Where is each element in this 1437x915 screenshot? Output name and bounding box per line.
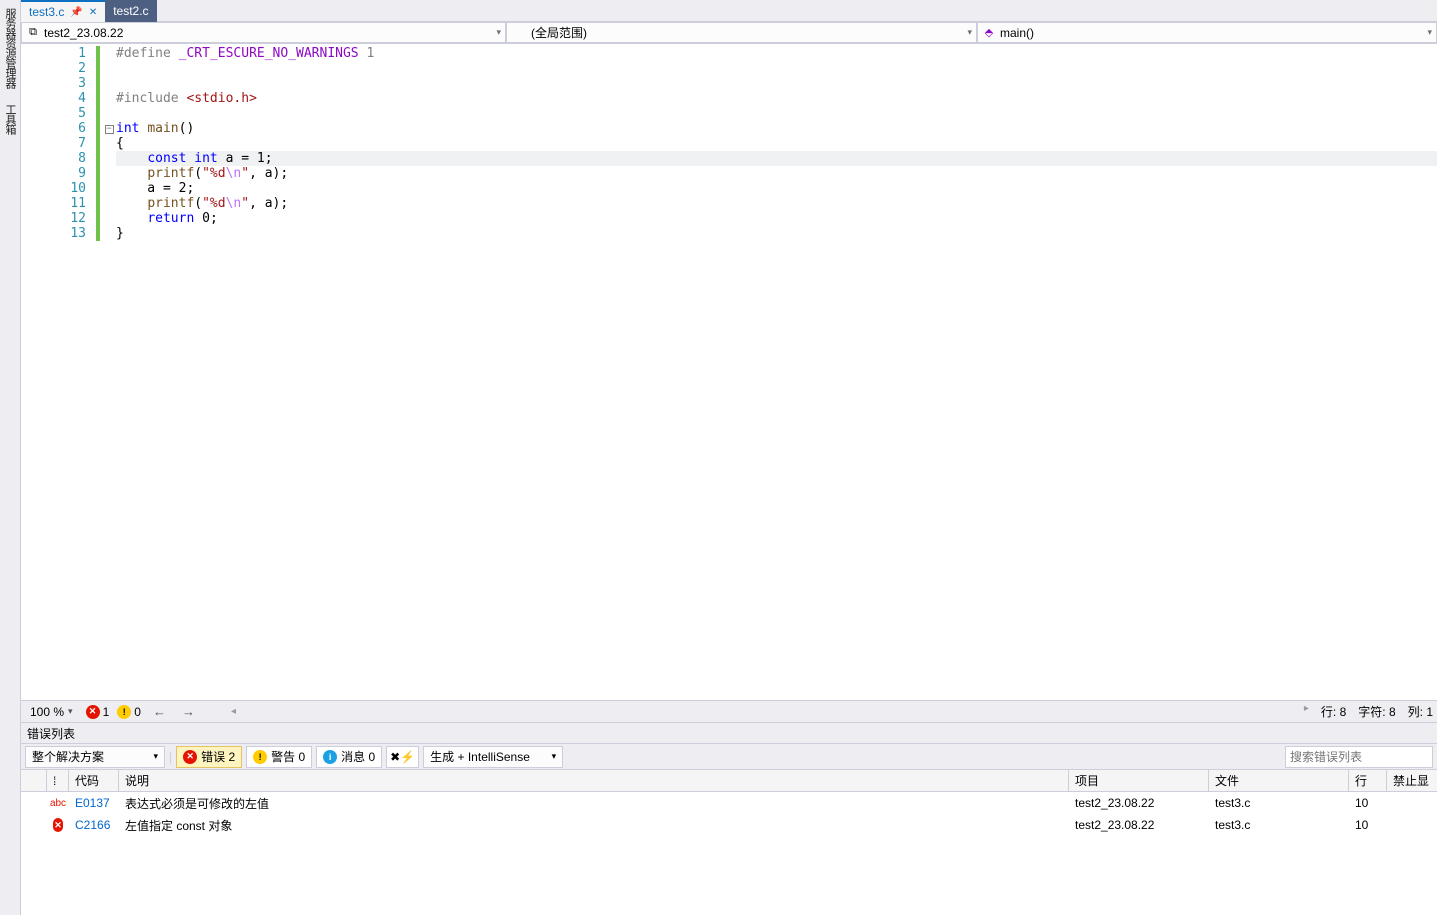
error-search-input[interactable] xyxy=(1285,746,1433,768)
file-header[interactable]: 文件 xyxy=(1209,770,1349,791)
error-scope-dropdown[interactable]: 整个解决方案 ▾ xyxy=(25,746,165,768)
chevron-down-icon: ▾ xyxy=(967,27,972,38)
messages-filter-button[interactable]: i 消息 0 xyxy=(316,746,382,768)
zoom-value: 100 % xyxy=(30,705,64,719)
error-icon: ✕ xyxy=(53,818,63,832)
clear-filter-button[interactable]: ✖⚡ xyxy=(386,746,419,768)
error-code[interactable]: C2166 xyxy=(69,818,119,832)
nav-scope-label: (全局范围) xyxy=(511,24,587,41)
chevron-down-icon: ▾ xyxy=(68,706,73,717)
scroll-right-icon[interactable]: ▸ xyxy=(1304,703,1309,720)
cpp-project-icon: ⧉ xyxy=(26,26,40,40)
error-grid-header: ⁞ 代码 说明 项目 文件 行 禁止显 xyxy=(21,770,1437,792)
info-icon: i xyxy=(323,750,337,764)
nav-back-button[interactable]: ← xyxy=(149,704,170,719)
editor-status-bar: 100 % ▾ ✕ 1 ! 0 ← → ◂ ▸ 行: 8 字符: 8 列: 1 xyxy=(21,700,1437,722)
error-source-dropdown[interactable]: 生成 + IntelliSense ▾ xyxy=(423,746,563,768)
line-number-gutter: 12345678910111213 xyxy=(21,44,96,700)
chevron-down-icon: ▾ xyxy=(496,27,501,38)
error-line: 10 xyxy=(1349,796,1387,810)
error-icon: ✕ xyxy=(183,750,197,764)
error-proj: test2_23.08.22 xyxy=(1069,818,1209,832)
error-grid-body: abcE0137表达式必须是可修改的左值test2_23.08.22test3.… xyxy=(21,792,1437,915)
nav-project-label: test2_23.08.22 xyxy=(44,26,123,40)
warning-count[interactable]: ! 0 xyxy=(117,705,141,719)
code-text[interactable]: #define _CRT_ESCURE_NO_WARNINGS 1#includ… xyxy=(116,44,1437,700)
error-list-panel: 错误列表 整个解决方案 ▾ | ✕ 错误 2 ! 警告 0 i 消息 xyxy=(21,722,1437,915)
file-tab-test3[interactable]: test3.c 📌 ✕ xyxy=(21,0,105,22)
method-icon: ⬘ xyxy=(982,26,996,40)
error-proj: test2_23.08.22 xyxy=(1069,796,1209,810)
chevron-down-icon: ▾ xyxy=(1427,27,1432,38)
fold-column[interactable]: − xyxy=(102,44,116,700)
error-count[interactable]: ✕ 1 xyxy=(86,705,110,719)
chevron-down-icon: ▾ xyxy=(153,751,158,762)
cursor-char: 字符: 8 xyxy=(1358,703,1395,720)
chevron-down-icon: ▾ xyxy=(552,751,557,762)
proj-header[interactable]: 项目 xyxy=(1069,770,1209,791)
sidebar-tab-server-explorer[interactable]: 服务器资源管理器 xyxy=(0,4,20,92)
error-file: test3.c xyxy=(1209,818,1349,832)
error-desc: 左值指定 const 对象 xyxy=(119,817,1069,834)
error-list-title: 错误列表 xyxy=(21,723,1437,744)
scroll-left-icon[interactable]: ◂ xyxy=(231,706,236,717)
code-header[interactable]: 代码 xyxy=(69,770,119,791)
error-row[interactable]: ✕ C2166左值指定 const 对象test2_23.08.22test3.c… xyxy=(21,814,1437,836)
file-tab-label: test2.c xyxy=(113,4,148,18)
error-icon: ✕ xyxy=(86,705,100,719)
code-editor[interactable]: 12345678910111213 − #define _CRT_ESCURE_… xyxy=(21,44,1437,700)
warning-icon: ! xyxy=(117,705,131,719)
file-tab-label: test3.c xyxy=(29,5,64,19)
line-header[interactable]: 行 xyxy=(1349,770,1387,791)
change-marker xyxy=(96,46,100,241)
cursor-line: 行: 8 xyxy=(1321,703,1346,720)
error-list-toolbar: 整个解决方案 ▾ | ✕ 错误 2 ! 警告 0 i 消息 0 ✖⚡ xyxy=(21,744,1437,770)
zoom-dropdown[interactable]: 100 % ▾ xyxy=(25,702,78,722)
severity-header[interactable]: ⁞ xyxy=(47,770,69,791)
intellisense-error-icon: abc xyxy=(50,798,66,809)
nav-bar: ⧉ test2_23.08.22 ▾ (全局范围) ▾ ⬘ main() ▾ xyxy=(21,22,1437,44)
error-row[interactable]: abcE0137表达式必须是可修改的左值test2_23.08.22test3.… xyxy=(21,792,1437,814)
nav-member-label: main() xyxy=(1000,26,1034,40)
nav-forward-button[interactable]: → xyxy=(178,704,199,719)
pin-icon[interactable]: 📌 xyxy=(70,7,82,18)
error-desc: 表达式必须是可修改的左值 xyxy=(119,795,1069,812)
sidebar-tab-toolbox[interactable]: 工具箱 xyxy=(0,100,20,138)
clear-filter-icon: ✖⚡ xyxy=(390,750,415,764)
file-tab-test2[interactable]: test2.c xyxy=(105,0,156,22)
close-icon[interactable]: ✕ xyxy=(89,7,97,18)
nav-scope-dropdown[interactable]: (全局范围) ▾ xyxy=(506,22,977,43)
warning-icon: ! xyxy=(253,750,267,764)
desc-header[interactable]: 说明 xyxy=(119,770,1069,791)
nav-project-dropdown[interactable]: ⧉ test2_23.08.22 ▾ xyxy=(21,22,506,43)
file-tabs: test3.c 📌 ✕ test2.c xyxy=(21,0,1437,22)
error-line: 10 xyxy=(1349,818,1387,832)
warnings-filter-button[interactable]: ! 警告 0 xyxy=(246,746,312,768)
cursor-col: 列: 1 xyxy=(1408,703,1433,720)
error-code[interactable]: E0137 xyxy=(69,796,119,810)
error-file: test3.c xyxy=(1209,796,1349,810)
nav-member-dropdown[interactable]: ⬘ main() ▾ xyxy=(977,22,1437,43)
left-sidebar: 服务器资源管理器 工具箱 xyxy=(0,0,21,915)
errors-filter-button[interactable]: ✕ 错误 2 xyxy=(176,746,242,768)
suppress-header[interactable]: 禁止显 xyxy=(1387,770,1437,791)
